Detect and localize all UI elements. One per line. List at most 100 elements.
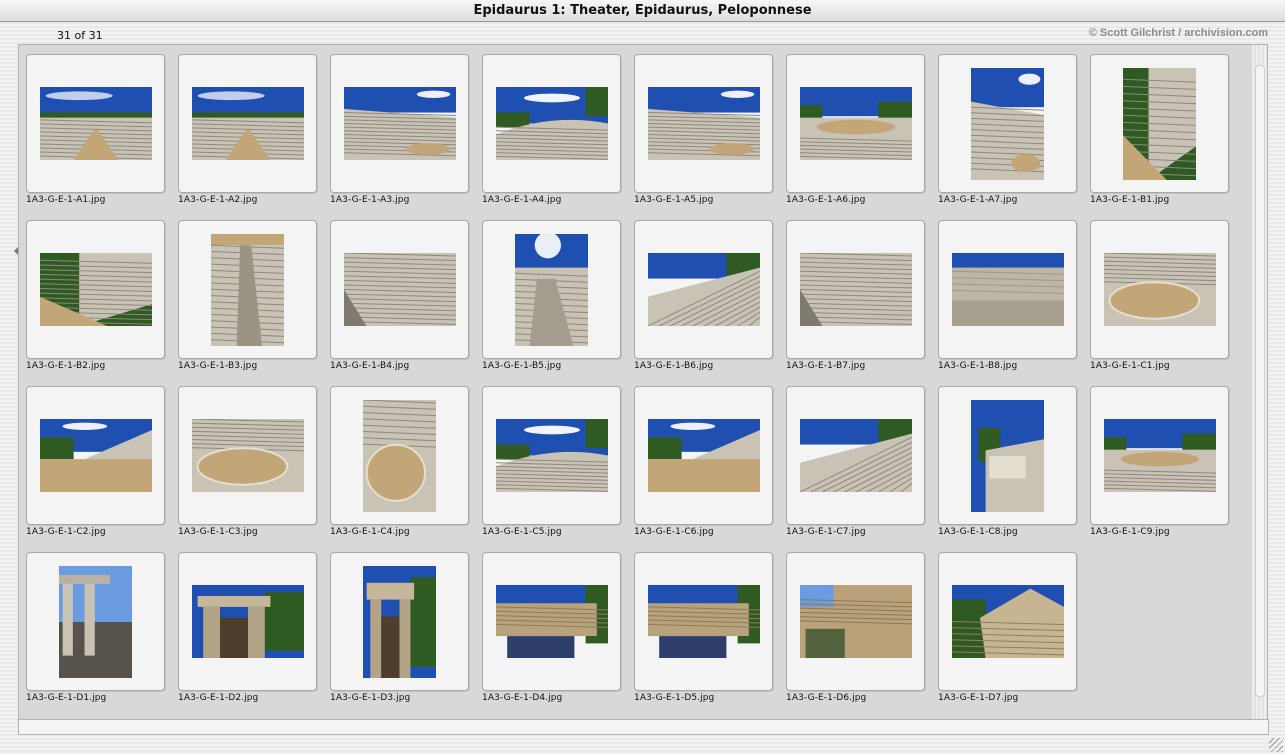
thumbnail-image[interactable] (363, 399, 436, 512)
thumbnail-item[interactable]: 1A3-G-E-1-C1.jpg (1083, 211, 1235, 375)
thumbnail-item[interactable]: 1A3-G-E-1-C6.jpg (627, 377, 779, 541)
thumbnail-slide[interactable] (482, 386, 621, 525)
thumbnail-image[interactable] (39, 419, 152, 492)
thumbnail-slide[interactable] (482, 552, 621, 691)
thumbnail-item[interactable]: 1A3-G-E-1-C8.jpg (931, 377, 1083, 541)
copyright-credit: © Scott Gilchrist / archivision.com (1088, 27, 1268, 39)
thumbnail-image[interactable] (951, 585, 1064, 658)
thumbnail-slide[interactable] (330, 386, 469, 525)
thumbnail-slide[interactable] (634, 54, 773, 193)
thumbnail-slide[interactable] (786, 552, 925, 691)
thumbnail-slide[interactable] (938, 220, 1077, 359)
thumbnail-item[interactable]: 1A3-G-E-1-B6.jpg (627, 211, 779, 375)
thumbnail-image[interactable] (211, 233, 284, 346)
thumbnail-slide[interactable] (26, 220, 165, 359)
thumbnail-slide[interactable] (178, 54, 317, 193)
thumbnail-item[interactable]: 1A3-G-E-1-D5.jpg (627, 543, 779, 707)
thumbnail-slide[interactable] (330, 54, 469, 193)
thumbnail-item[interactable]: 1A3-G-E-1-B4.jpg (323, 211, 475, 375)
thumbnail-item[interactable]: 1A3-G-E-1-D4.jpg (475, 543, 627, 707)
thumbnail-image[interactable] (1123, 67, 1196, 180)
thumbnail-image[interactable] (39, 253, 152, 326)
thumbnail-image[interactable] (799, 419, 912, 492)
thumbnail-image[interactable] (951, 253, 1064, 326)
thumbnail-slide[interactable] (482, 220, 621, 359)
thumbnail-slide[interactable] (330, 220, 469, 359)
thumbnail-image[interactable] (495, 585, 608, 658)
thumbnail-slide[interactable] (26, 386, 165, 525)
thumbnail-item[interactable]: 1A3-G-E-1-D6.jpg (779, 543, 931, 707)
thumbnail-item[interactable]: 1A3-G-E-1-C7.jpg (779, 377, 931, 541)
thumbnail-image[interactable] (495, 419, 608, 492)
thumbnail-image[interactable] (1103, 253, 1216, 326)
thumbnail-item[interactable]: 1A3-G-E-1-B3.jpg (171, 211, 323, 375)
thumbnail-image[interactable] (191, 87, 304, 160)
thumbnail-item[interactable]: 1A3-G-E-1-C5.jpg (475, 377, 627, 541)
thumbnail-item[interactable]: 1A3-G-E-1-A4.jpg (475, 45, 627, 209)
vertical-scrollbar[interactable] (1252, 44, 1268, 721)
resize-grip-icon[interactable] (1269, 738, 1283, 752)
thumbnail-item[interactable]: 1A3-G-E-1-A6.jpg (779, 45, 931, 209)
thumbnail-slide[interactable] (634, 220, 773, 359)
thumbnail-slide[interactable] (938, 54, 1077, 193)
thumbnail-image[interactable] (59, 565, 132, 678)
thumbnail-image[interactable] (191, 585, 304, 658)
scrollbar-track[interactable] (1255, 65, 1265, 697)
thumbnail-slide[interactable] (938, 386, 1077, 525)
thumbnail-slide[interactable] (330, 552, 469, 691)
thumbnail-image[interactable] (363, 565, 436, 678)
thumbnail-image[interactable] (647, 87, 760, 160)
thumbnail-slide[interactable] (1090, 220, 1229, 359)
thumbnail-slide[interactable] (26, 54, 165, 193)
thumbnail-slide[interactable] (178, 386, 317, 525)
thumbnail-item[interactable]: 1A3-G-E-1-C3.jpg (171, 377, 323, 541)
thumbnail-image[interactable] (1103, 419, 1216, 492)
thumbnail-image[interactable] (799, 87, 912, 160)
thumbnail-item[interactable]: 1A3-G-E-1-D3.jpg (323, 543, 475, 707)
thumbnail-slide[interactable] (26, 552, 165, 691)
thumbnail-image[interactable] (647, 253, 760, 326)
thumbnail-item[interactable]: 1A3-G-E-1-D1.jpg (19, 543, 171, 707)
thumbnail-item[interactable]: 1A3-G-E-1-A1.jpg (19, 45, 171, 209)
thumbnail-item[interactable]: 1A3-G-E-1-A2.jpg (171, 45, 323, 209)
thumbnail-image[interactable] (495, 87, 608, 160)
thumbnail-image[interactable] (647, 585, 760, 658)
thumbnail-item[interactable]: 1A3-G-E-1-B8.jpg (931, 211, 1083, 375)
thumbnail-image[interactable] (971, 67, 1044, 180)
thumbnail-image[interactable] (971, 399, 1044, 512)
thumbnail-item[interactable]: 1A3-G-E-1-A5.jpg (627, 45, 779, 209)
thumbnail-slide[interactable] (786, 220, 925, 359)
thumbnail-slide[interactable] (1090, 386, 1229, 525)
thumbnail-slide[interactable] (786, 54, 925, 193)
thumbnail-image[interactable] (343, 253, 456, 326)
thumbnail-slide[interactable] (1090, 54, 1229, 193)
thumbnail-image[interactable] (515, 233, 588, 346)
thumbnail-image[interactable] (191, 419, 304, 492)
thumbnail-slide[interactable] (938, 552, 1077, 691)
horizontal-scrollbar[interactable] (18, 719, 1269, 735)
thumbnail-item[interactable]: 1A3-G-E-1-A3.jpg (323, 45, 475, 209)
thumbnail-filename: 1A3-G-E-1-A6.jpg (786, 195, 866, 205)
thumbnail-slide[interactable] (786, 386, 925, 525)
thumbnail-image[interactable] (799, 253, 912, 326)
thumbnail-item[interactable]: 1A3-G-E-1-B5.jpg (475, 211, 627, 375)
thumbnail-item[interactable]: 1A3-G-E-1-C2.jpg (19, 377, 171, 541)
thumbnail-image[interactable] (39, 87, 152, 160)
thumbnail-item[interactable]: 1A3-G-E-1-A7.jpg (931, 45, 1083, 209)
thumbnail-image[interactable] (343, 87, 456, 160)
thumbnail-item[interactable]: 1A3-G-E-1-D2.jpg (171, 543, 323, 707)
window-title-bar[interactable]: Epidaurus 1: Theater, Epidaurus, Pelopon… (0, 0, 1285, 22)
thumbnail-item[interactable]: 1A3-G-E-1-B7.jpg (779, 211, 931, 375)
thumbnail-slide[interactable] (634, 386, 773, 525)
thumbnail-item[interactable]: 1A3-G-E-1-C9.jpg (1083, 377, 1235, 541)
thumbnail-slide[interactable] (634, 552, 773, 691)
thumbnail-item[interactable]: 1A3-G-E-1-C4.jpg (323, 377, 475, 541)
thumbnail-image[interactable] (799, 585, 912, 658)
thumbnail-slide[interactable] (178, 552, 317, 691)
thumbnail-slide[interactable] (178, 220, 317, 359)
thumbnail-slide[interactable] (482, 54, 621, 193)
thumbnail-item[interactable]: 1A3-G-E-1-B2.jpg (19, 211, 171, 375)
thumbnail-image[interactable] (647, 419, 760, 492)
thumbnail-item[interactable]: 1A3-G-E-1-D7.jpg (931, 543, 1083, 707)
thumbnail-item[interactable]: 1A3-G-E-1-B1.jpg (1083, 45, 1235, 209)
